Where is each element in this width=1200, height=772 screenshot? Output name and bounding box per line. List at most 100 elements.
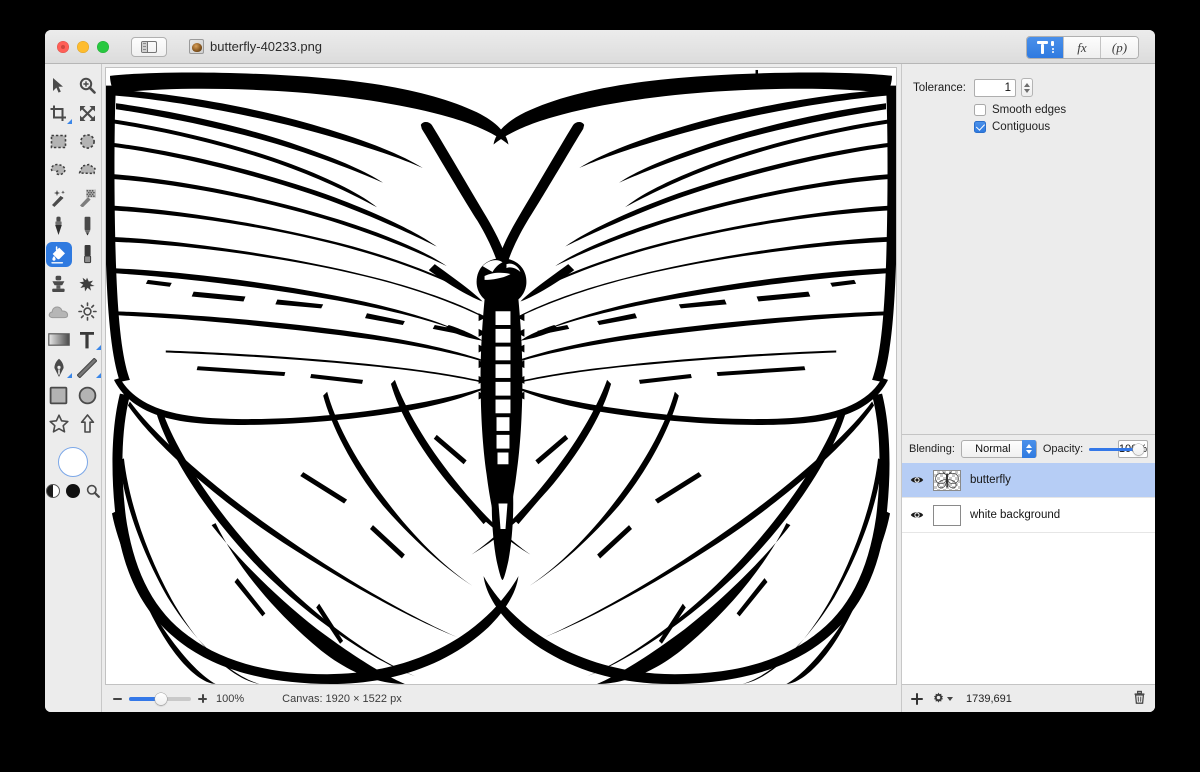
layer-settings-button[interactable] [932,692,953,705]
tolerance-row: Tolerance: 1 [902,78,1155,97]
tools-icon [1036,40,1054,55]
gradient-tool[interactable] [45,328,73,351]
trash-icon [1134,690,1145,704]
app-window: butterfly-40233.png fx (p) 100% Canvas: … [45,30,1155,712]
zoom-in-button[interactable] [197,693,208,704]
layer-thumbnail-white-background[interactable] [933,504,961,526]
pen-tool[interactable] [45,356,73,379]
tab-effects[interactable]: fx [1064,37,1101,58]
opacity-slider-knob[interactable] [1133,443,1145,455]
contiguous-checkbox[interactable] [974,121,986,133]
maximize-window-button[interactable] [97,40,109,53]
status-bar: 100% Canvas: 1920 × 1522 px [102,685,901,712]
lasso-select-tool[interactable] [45,158,73,181]
clone-stamp-tool[interactable] [45,272,73,295]
layers-header: Blending: Normal Opacity: 100% [902,434,1155,463]
close-window-button[interactable] [57,40,69,53]
tolerance-stepper[interactable] [1021,78,1033,97]
smudge-tool[interactable] [73,272,102,295]
zoom-tool[interactable] [73,74,102,97]
add-layer-button[interactable] [911,692,923,705]
window-controls [57,40,109,53]
split-color-swatch-icon[interactable] [46,484,60,498]
canvas-size-label: Canvas: 1920 × 1522 px [282,692,402,705]
tool-submenu-indicator [67,119,72,124]
crop-tool[interactable] [45,102,73,125]
chevron-down-icon [947,696,953,701]
right-panel: Tolerance: 1 Smooth edges Contiguous Ble… [901,64,1155,712]
blending-mode-select[interactable]: Normal [960,440,1037,458]
fx-icon: fx [1077,39,1087,55]
tab-presets[interactable]: (p) [1101,37,1138,58]
tool-submenu-indicator [95,345,101,350]
blending-label: Blending: [909,443,955,455]
smooth-edges-checkbox[interactable] [974,104,986,116]
butterfly-line-art[interactable] [106,68,896,684]
arrow-select-tool[interactable] [45,74,73,97]
star-shape-tool[interactable] [45,412,73,435]
ellipse-shape-tool[interactable] [73,384,102,407]
magic-wand-tool[interactable] [45,186,73,209]
blending-mode-value: Normal [975,443,1011,455]
color-picker-icon[interactable] [86,484,100,498]
minimize-window-button[interactable] [77,40,89,53]
layers-list: butterfly white background [902,463,1155,684]
tab-tool-options[interactable] [1027,37,1064,58]
tool-grid [45,74,102,435]
gear-icon [934,692,943,703]
ellipse-select-tool[interactable] [73,130,102,153]
paintbrush-tool[interactable] [45,214,73,237]
secondary-color-swatch[interactable] [66,484,80,498]
pencil-tool[interactable] [73,214,102,237]
document-title: butterfly-40233.png [189,39,322,54]
primary-color-swatch[interactable] [58,447,88,477]
layer-count-label: 1739,691 [966,692,1012,705]
window-body: 100% Canvas: 1920 × 1522 px Tolerance: 1… [45,64,1155,712]
paint-bucket-tool[interactable] [45,242,72,267]
tolerance-input[interactable]: 1 [974,78,1016,97]
arrow-shape-tool[interactable] [73,412,102,435]
sidebar-toggle-button[interactable] [131,36,167,57]
smooth-edges-row[interactable]: Smooth edges [974,104,1155,116]
opacity-slider-fill [1089,447,1134,451]
dodge-brightness-tool[interactable] [73,300,102,323]
sidebar-icon [141,40,157,53]
rectangle-shape-tool[interactable] [45,384,73,407]
tool-palette [45,64,102,712]
zoom-out-button[interactable] [112,698,123,700]
tool-submenu-indicator [95,373,101,378]
layer-visibility-eye-icon[interactable] [910,508,924,522]
canvas-viewport[interactable] [105,67,897,685]
magic-eraser-tool[interactable] [73,186,102,209]
layer-thumbnail-butterfly[interactable] [933,469,961,491]
tool-submenu-indicator [67,373,72,378]
layer-row-butterfly[interactable]: butterfly [902,463,1155,498]
tolerance-label: Tolerance: [912,81,966,94]
blur-cloud-tool[interactable] [45,300,73,323]
title-bar: butterfly-40233.png fx (p) [45,30,1155,64]
contiguous-row[interactable]: Contiguous [974,121,1155,133]
eraser-tool[interactable] [73,242,102,265]
tool-options-panel: Tolerance: 1 Smooth edges Contiguous [902,64,1155,138]
opacity-slider[interactable] [1089,443,1145,455]
document-file-icon [189,39,204,54]
move-transform-tool[interactable] [73,102,102,125]
zoom-level-label: 100% [216,692,245,705]
opacity-label: Opacity: [1042,443,1084,455]
zoom-slider[interactable] [129,692,191,705]
text-tool[interactable] [73,328,102,351]
line-tool[interactable] [73,356,102,379]
document-title-label: butterfly-40233.png [210,39,323,54]
panel-spacer [902,138,1155,434]
contiguous-label: Contiguous [992,121,1051,133]
polygon-lasso-tool[interactable] [73,158,102,181]
zoom-slider-knob[interactable] [155,692,167,705]
mode-segmented-control[interactable]: fx (p) [1026,36,1139,59]
layer-visibility-eye-icon[interactable] [910,473,924,487]
rectangle-select-tool[interactable] [45,130,73,153]
canvas-area: 100% Canvas: 1920 × 1522 px [102,64,901,712]
swatch-row [46,484,100,498]
color-swatches [46,447,100,498]
delete-layer-button[interactable] [1133,690,1146,707]
layer-row-white-background[interactable]: white background [902,498,1155,533]
